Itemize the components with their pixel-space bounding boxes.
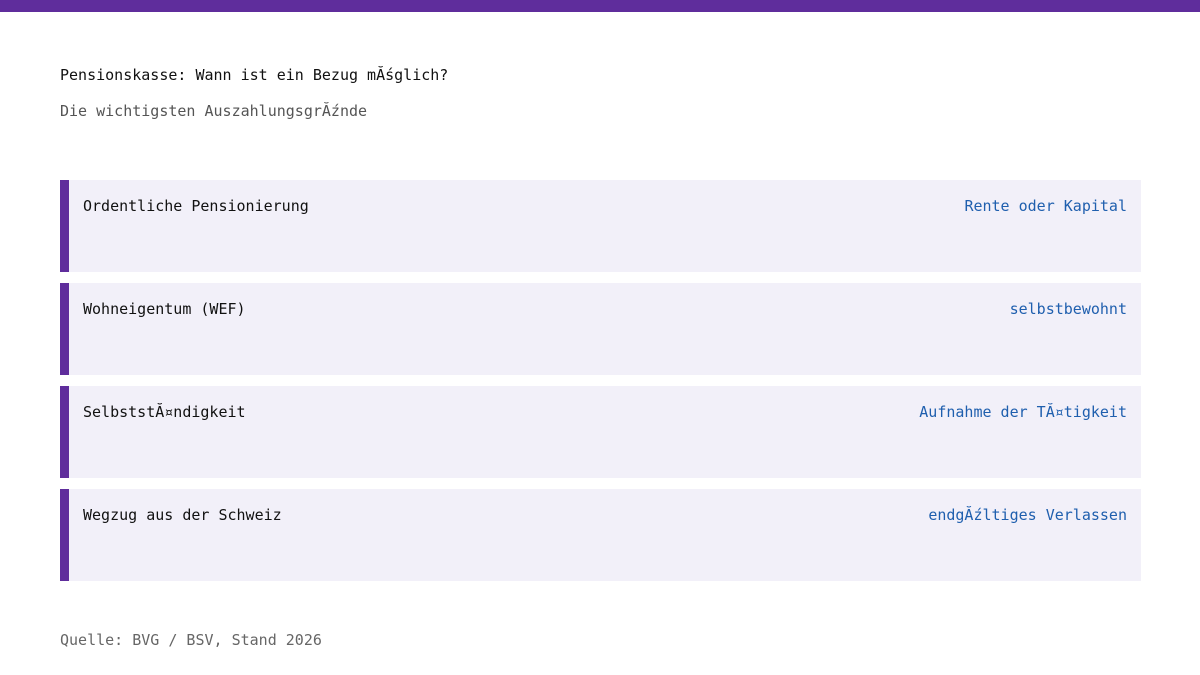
item-value: Aufnahme der TĂ¤tigkeit (919, 403, 1127, 421)
card-accent-bar (60, 489, 69, 581)
top-accent-bar (0, 0, 1200, 12)
item-value: Rente oder Kapital (964, 197, 1127, 215)
item-label: Wohneigentum (WEF) (83, 300, 246, 318)
card-accent-bar (60, 386, 69, 478)
item-label: SelbststĂ¤ndigkeit (83, 403, 246, 421)
card-accent-bar (60, 283, 69, 375)
list-item: Wohneigentum (WEF) selbstbewohnt (60, 283, 1141, 375)
source-note: Quelle: BVG / BSV, Stand 2026 (60, 631, 322, 649)
item-value: endgĂźltiges Verlassen (928, 506, 1127, 524)
page-title: Pensionskasse: Wann ist ein Bezug mĂśgli… (60, 66, 449, 84)
item-label: Ordentliche Pensionierung (83, 197, 309, 215)
card-accent-bar (60, 180, 69, 272)
list-item: Wegzug aus der Schweiz endgĂźltiges Verl… (60, 489, 1141, 581)
item-label: Wegzug aus der Schweiz (83, 506, 282, 524)
list-item: SelbststĂ¤ndigkeit Aufnahme der TĂ¤tigke… (60, 386, 1141, 478)
list-item: Ordentliche Pensionierung Rente oder Kap… (60, 180, 1141, 272)
page-subtitle: Die wichtigsten AuszahlungsgrĂźnde (60, 102, 368, 120)
item-value: selbstbewohnt (1009, 300, 1127, 318)
